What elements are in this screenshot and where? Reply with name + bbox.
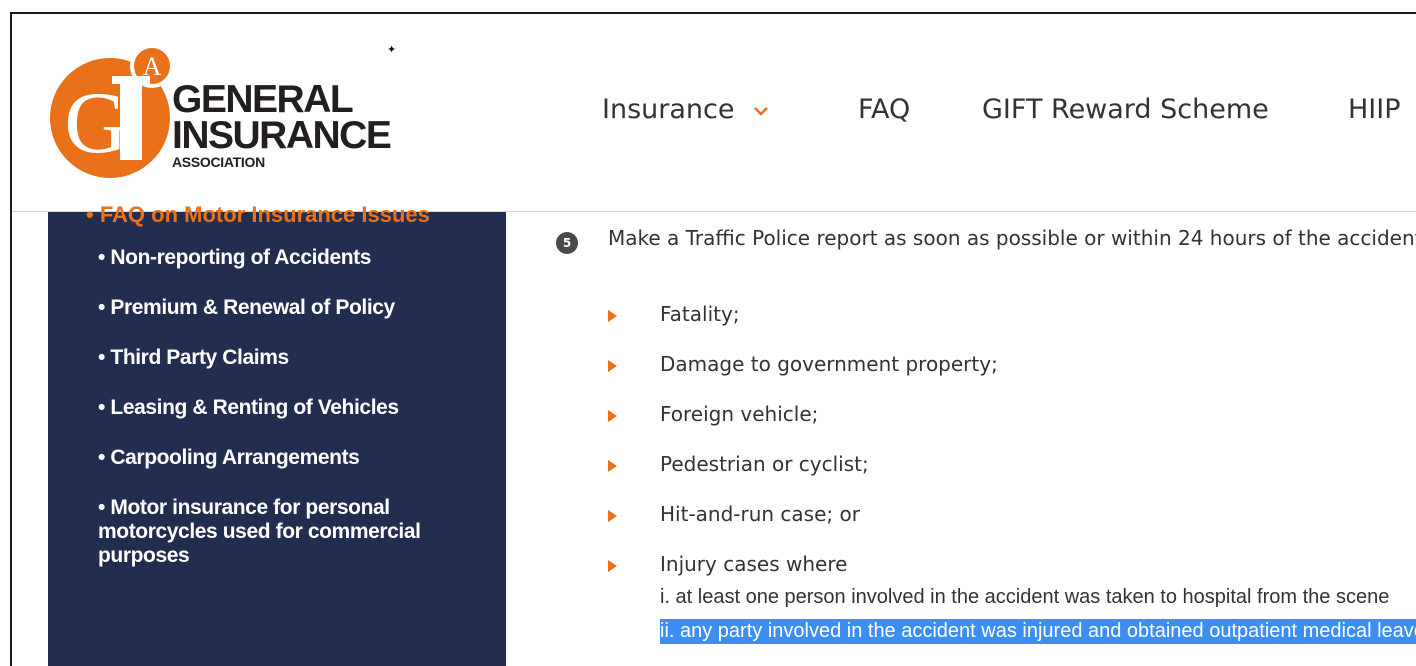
arrow-bullet-icon bbox=[608, 310, 617, 322]
list-item: Injury cases where bbox=[660, 552, 848, 576]
arrow-bullet-icon bbox=[608, 560, 617, 572]
sidebar-item-third-party-claims[interactable]: • Third Party Claims bbox=[98, 346, 448, 370]
list-item: Foreign vehicle; bbox=[660, 402, 819, 426]
sidebar-item-carpooling[interactable]: • Carpooling Arrangements bbox=[98, 446, 448, 470]
sidebar: • FAQ on Motor Insurance Issues • Non-re… bbox=[48, 202, 506, 666]
logo-text-insurance: INSURANCE bbox=[172, 114, 392, 157]
list-item: Damage to government property; bbox=[660, 352, 998, 376]
nav-faq[interactable]: FAQ bbox=[858, 94, 910, 125]
chevron-down-icon bbox=[754, 106, 768, 116]
sidebar-item-leasing-renting[interactable]: • Leasing & Renting of Vehicles bbox=[98, 396, 448, 420]
nav-insurance[interactable]: Insurance bbox=[602, 94, 769, 125]
svg-text:G: G bbox=[64, 75, 128, 172]
faq-content: 5 Make a Traffic Police report as soon a… bbox=[506, 212, 1416, 666]
nav-gift-reward-scheme[interactable]: GIFT Reward Scheme bbox=[982, 94, 1269, 125]
sidebar-heading[interactable]: • FAQ on Motor Insurance Issues bbox=[86, 202, 430, 228]
nav-hiip[interactable]: HIIP bbox=[1348, 94, 1401, 125]
sidebar-item-non-reporting[interactable]: • Non-reporting of Accidents bbox=[98, 246, 448, 270]
nav-insurance-label: Insurance bbox=[602, 94, 735, 125]
list-item: Fatality; bbox=[660, 302, 740, 326]
browser-viewport: ✦ A G GENERAL INSURANCE ASSOCIATION Insu… bbox=[10, 12, 1416, 666]
injury-condition-1: i. at least one person involved in the a… bbox=[660, 586, 1390, 608]
gia-logo-emblem: A G bbox=[50, 44, 174, 178]
step-text: Make a Traffic Police report as soon as … bbox=[608, 226, 1416, 250]
logo-text-general: GENERAL bbox=[172, 78, 354, 121]
sidebar-item-premium-renewal[interactable]: • Premium & Renewal of Policy bbox=[98, 296, 448, 320]
injury-condition-2-selected: ii. any party involved in the accident w… bbox=[660, 619, 1416, 644]
arrow-bullet-icon bbox=[608, 510, 617, 522]
arrow-bullet-icon bbox=[608, 410, 617, 422]
list-item: Hit-and-run case; or bbox=[660, 502, 860, 526]
arrow-bullet-icon bbox=[608, 360, 617, 372]
step-number-badge: 5 bbox=[556, 232, 578, 254]
arrow-bullet-icon bbox=[608, 460, 617, 472]
site-header: ✦ A G GENERAL INSURANCE ASSOCIATION Insu… bbox=[12, 14, 1416, 212]
sidebar-item-motorcycles-commercial[interactable]: • Motor insurance for personal motorcycl… bbox=[98, 496, 448, 568]
logo-wordmark: GENERAL INSURANCE ASSOCIATION bbox=[172, 78, 392, 170]
list-item: Pedestrian or cyclist; bbox=[660, 452, 869, 476]
gia-logo[interactable]: A G GENERAL INSURANCE ASSOCIATION bbox=[48, 42, 398, 182]
